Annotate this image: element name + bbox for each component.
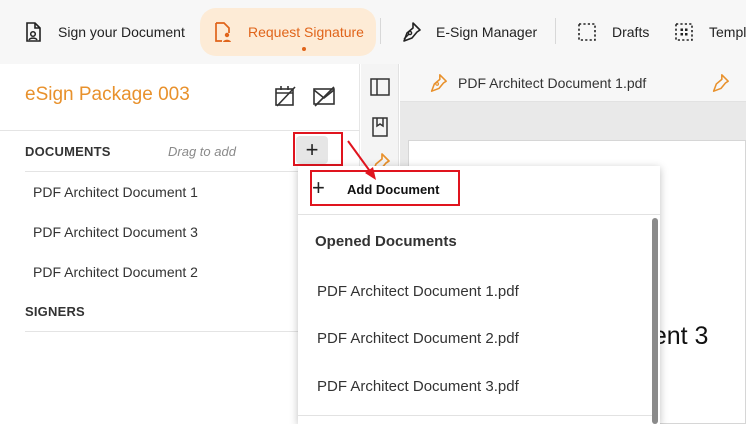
documents-header: DOCUMENTS xyxy=(25,144,111,159)
highlight-box xyxy=(293,132,343,166)
active-indicator-dot xyxy=(302,47,306,51)
opened-document-item[interactable]: PDF Architect Document 3.pdf xyxy=(317,378,519,395)
pen-nib-icon xyxy=(712,74,729,92)
e-sign-manager-button[interactable]: E-Sign Manager xyxy=(400,8,537,56)
tab-pdf-architect-document-1[interactable]: PDF Architect Document 1.pdf xyxy=(428,64,646,102)
annotation-arrow xyxy=(347,140,376,180)
drag-to-add-hint: Drag to add xyxy=(168,144,236,159)
signers-header: SIGNERS xyxy=(25,304,85,319)
tab-next-document[interactable] xyxy=(710,64,740,102)
sign-your-document-label: Sign your Document xyxy=(58,24,185,40)
divider xyxy=(298,415,652,416)
pen-nib-icon xyxy=(430,74,447,92)
templates-button[interactable]: Templ xyxy=(673,8,746,56)
sign-document-icon xyxy=(26,22,41,42)
document-list-item[interactable]: PDF Architect Document 3 xyxy=(33,224,198,240)
template-icon xyxy=(675,23,693,41)
add-document-dropdown: + Add Document Opened Documents PDF Arch… xyxy=(298,166,660,424)
tab-label: PDF Architect Document 1.pdf xyxy=(458,75,647,91)
sign-your-document-button[interactable]: Sign your Document xyxy=(22,8,185,56)
e-sign-manager-label: E-Sign Manager xyxy=(436,24,538,40)
request-signature-icon xyxy=(215,22,231,42)
request-signature-button[interactable]: Request Signature xyxy=(200,8,376,56)
dashed-square-icon xyxy=(578,23,596,41)
drafts-label: Drafts xyxy=(612,24,650,40)
request-signature-label: Request Signature xyxy=(248,24,364,40)
top-toolbar: Sign your Document Request Signature E-S… xyxy=(0,0,746,64)
divider xyxy=(0,130,360,131)
envelope-off-icon[interactable] xyxy=(312,84,336,108)
bookmark-icon[interactable] xyxy=(369,116,391,138)
panel-layout-icon[interactable] xyxy=(369,76,391,98)
toolbar-divider xyxy=(380,18,381,44)
calendar-edit-icon[interactable] xyxy=(273,84,297,108)
templates-label: Templ xyxy=(709,24,746,40)
dropdown-scrollbar[interactable] xyxy=(652,218,658,424)
document-list-item[interactable]: PDF Architect Document 1 xyxy=(33,184,198,200)
opened-document-item[interactable]: PDF Architect Document 2.pdf xyxy=(317,330,519,347)
highlight-box xyxy=(310,170,460,206)
document-tabs: PDF Architect Document 1.pdf xyxy=(400,64,746,102)
opened-documents-heading: Opened Documents xyxy=(315,233,457,250)
drafts-button[interactable]: Drafts xyxy=(576,8,649,56)
toolbar-divider xyxy=(555,18,556,44)
divider xyxy=(298,214,660,215)
package-title: eSign Package 003 xyxy=(25,84,190,105)
pen-nib-icon xyxy=(403,22,421,42)
opened-document-item[interactable]: PDF Architect Document 1.pdf xyxy=(317,283,519,300)
document-list-item[interactable]: PDF Architect Document 2 xyxy=(33,264,198,280)
